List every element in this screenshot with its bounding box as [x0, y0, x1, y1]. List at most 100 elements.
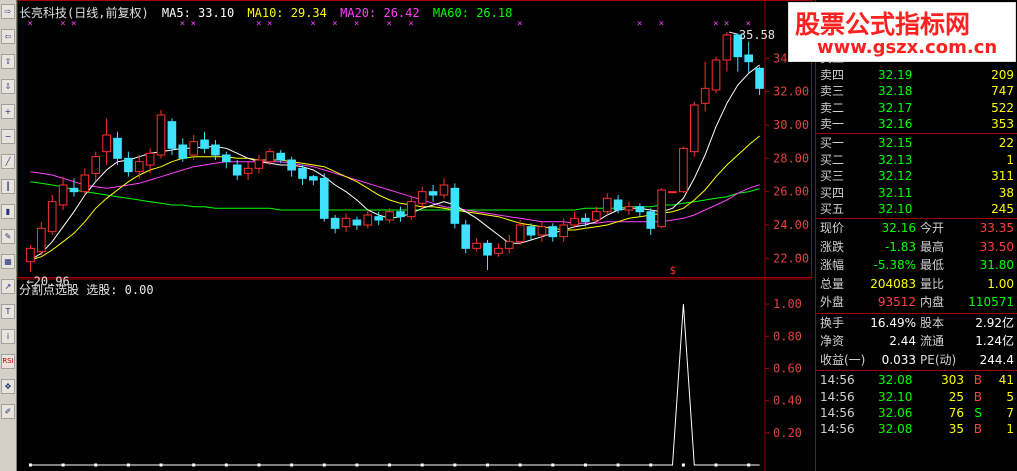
- grid-icon[interactable]: ▦: [1, 254, 15, 269]
- back-icon[interactable]: ⇦: [1, 29, 15, 44]
- signal-dot: [224, 463, 228, 467]
- tick-side: B: [973, 422, 982, 437]
- candle-body: [232, 164, 242, 176]
- bid-price: 32.15: [878, 136, 913, 150]
- signal-dot: [94, 463, 98, 467]
- move-icon[interactable]: ✥: [1, 379, 15, 394]
- signal-line: [30, 304, 760, 466]
- stat-label-2: 量比: [920, 276, 945, 291]
- candle-body: [581, 217, 590, 223]
- bid-volume: 38: [998, 185, 1014, 200]
- candle-body: [407, 201, 416, 218]
- candle-body: [559, 224, 568, 238]
- quote-divider: [816, 313, 1017, 314]
- candle-body: [668, 191, 677, 194]
- candle-body: [156, 114, 166, 156]
- bid-label: 买四: [820, 185, 845, 200]
- ask-row: 卖四 32.19 209: [816, 67, 1017, 84]
- candle-body: [287, 159, 296, 171]
- candle-body: [69, 187, 79, 193]
- info-icon[interactable]: i: [1, 329, 15, 344]
- tick-count: 7: [1006, 406, 1014, 420]
- kline-icon[interactable]: ┃: [1, 179, 15, 194]
- tick-side: B: [973, 389, 982, 404]
- tick-price: 32.08: [878, 422, 913, 437]
- line-icon[interactable]: ╱: [1, 154, 15, 169]
- stat-label-2: 内盘: [920, 295, 945, 310]
- tick-time: 14:56: [820, 389, 855, 404]
- candle-body: [635, 206, 645, 213]
- indicator-tick-label: 0.60: [773, 361, 802, 375]
- signal-dot: [616, 463, 620, 467]
- candle-body: [319, 177, 329, 219]
- candle-body: [744, 54, 753, 63]
- candle-body: [211, 144, 220, 156]
- signal-dot: [486, 463, 489, 467]
- stat-value: -1.83: [884, 239, 916, 254]
- finance-value: 0.033: [881, 352, 916, 367]
- bid-price: 32.10: [878, 202, 913, 217]
- price-tick-label: 26.00: [773, 185, 809, 199]
- ask-row: 卖三 32.18 747: [816, 83, 1017, 100]
- price-tick-label: 24.00: [773, 218, 809, 232]
- brush-icon[interactable]: ✐: [1, 404, 15, 419]
- candle-body: [26, 247, 35, 263]
- tick-row: 14:56 32.08 303 B 41: [816, 372, 1017, 388]
- stat-row: 总量 204083 量比 1.00: [816, 276, 1017, 295]
- bid-volume: 311: [991, 169, 1014, 184]
- rsi-icon[interactable]: RSI: [1, 354, 15, 369]
- kline-chart-svg[interactable]: 3432.0030.0028.0026.0024.0022.0035.58←20…: [17, 0, 812, 471]
- pen-icon[interactable]: ✎: [1, 229, 15, 244]
- candle-body: [265, 151, 275, 163]
- bid-price: 32.13: [878, 152, 913, 167]
- forward-icon[interactable]: ⇨: [1, 4, 15, 19]
- candle-body: [646, 211, 656, 229]
- stat-value: 32.16: [881, 221, 916, 235]
- signal-dot: [518, 463, 522, 467]
- chart-header: 长亮科技(日线,前复权) MA5: 33.10 MA10: 29.34 MA20…: [19, 4, 518, 21]
- finance-value-2: 2.92亿: [975, 316, 1014, 330]
- zoom-in-icon[interactable]: +: [1, 104, 15, 119]
- trend-icon[interactable]: ↗: [1, 279, 15, 294]
- tick-count: 5: [1006, 389, 1014, 404]
- ask-price: 32.17: [878, 100, 913, 115]
- down-icon[interactable]: ⇩: [1, 79, 15, 94]
- ask-price: 32.16: [878, 117, 913, 132]
- finance-label-2: 股本: [920, 316, 945, 330]
- zoom-out-icon[interactable]: −: [1, 129, 15, 144]
- signal-dot: [583, 463, 587, 467]
- stat-label: 总量: [820, 276, 845, 291]
- bid-row: 买三 32.12 311: [816, 168, 1017, 185]
- up-icon[interactable]: ⇧: [1, 54, 15, 69]
- bid-volume: 1: [1006, 152, 1014, 167]
- stat-label: 涨幅: [820, 258, 845, 273]
- text-icon[interactable]: T: [1, 304, 15, 319]
- bar-icon[interactable]: ▮: [1, 204, 15, 219]
- finance-row: 净资 2.44 流通 1.24亿: [816, 333, 1017, 351]
- stat-value: 93512: [877, 295, 916, 310]
- ask-label: 卖二: [820, 100, 845, 115]
- candle-body: [298, 167, 307, 179]
- candle-body: [700, 87, 710, 104]
- ask-volume: 522: [991, 100, 1014, 115]
- signal-mark: ×: [637, 19, 642, 29]
- bid-label: 买三: [820, 169, 845, 184]
- candle-body: [428, 191, 438, 196]
- tick-volume: 25: [948, 389, 964, 404]
- candle-body: [47, 201, 57, 233]
- candle-body: [722, 34, 732, 61]
- chart-area[interactable]: 34 32.00 30.00 28.00 26.00 24.00 22.00 35.58 ←20…: [17, 0, 812, 471]
- ask-row: 卖一 32.16 353: [816, 116, 1017, 133]
- finance-row: 收益(一) 0.033 PE(动) 244.4: [816, 352, 1017, 370]
- candle-body: [113, 137, 122, 159]
- signal-dot: [61, 463, 65, 467]
- signal-dot: [420, 463, 424, 467]
- left-toolbar: ⇨ ⇦ ⇧ ⇩ + − ╱ ┃ ▮ ✎ ▦ ↗ Ti RSI ✥ ✐: [0, 0, 17, 471]
- candle-body: [352, 219, 362, 226]
- ma60-label: MA60: 26.18: [432, 6, 513, 20]
- finance-label-2: 流通: [920, 334, 945, 349]
- stat-value: 204083: [870, 276, 916, 291]
- ask-volume: 747: [991, 84, 1014, 99]
- high-pointer: [728, 31, 738, 35]
- bid-row: 买一 32.15 22: [816, 135, 1017, 152]
